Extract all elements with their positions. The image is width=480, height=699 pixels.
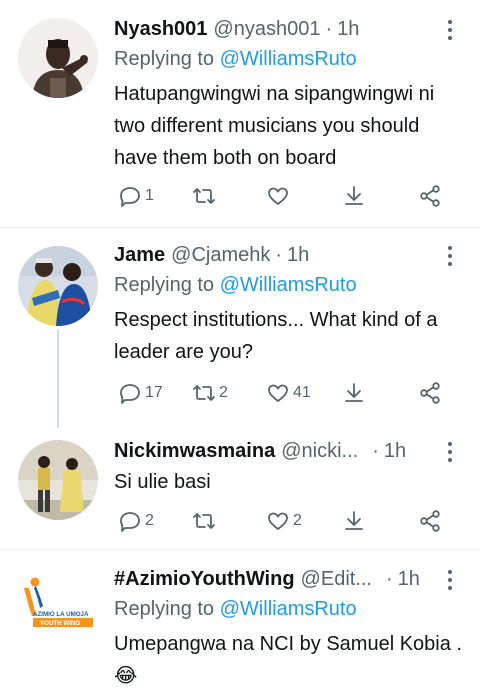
tweet-nickimwasmaina[interactable]: Nickimwasmaina @nicki... · 1h Si ulie ba…	[0, 428, 480, 550]
like-button[interactable]	[266, 181, 293, 211]
separator-dot: ·	[275, 244, 283, 266]
display-name[interactable]: Jame	[114, 240, 165, 270]
avatar[interactable]	[18, 440, 98, 520]
user-handle[interactable]: @nicki...	[281, 436, 358, 466]
avatar[interactable]	[18, 18, 98, 98]
download-button[interactable]	[342, 181, 366, 211]
download-icon	[345, 186, 363, 205]
like-button[interactable]: 2	[266, 506, 302, 536]
reply-count: 2	[145, 512, 154, 529]
reply-count: 1	[145, 187, 154, 204]
mention-link[interactable]: @WilliamsRuto	[220, 48, 357, 70]
user-handle[interactable]: @nyash001	[213, 14, 320, 44]
tweet-text: Umepangwa na NCI by Samuel Kobia . 😂	[114, 633, 462, 687]
more-icon[interactable]	[442, 18, 458, 42]
share-icon	[420, 185, 440, 207]
more-icon[interactable]	[442, 244, 458, 268]
tweet-text: Si ulie basi	[114, 471, 211, 493]
timestamp[interactable]: 1h	[287, 240, 309, 270]
tweet-actions: 2 2	[114, 506, 454, 536]
reply-button[interactable]: 1	[118, 181, 154, 211]
logo-text: AZIMIO LA UMOJA	[33, 611, 89, 618]
tweet-header: Nyash001 @nyash001 · 1h	[114, 14, 464, 44]
more-icon[interactable]	[442, 568, 458, 592]
timestamp[interactable]: 1h	[384, 436, 406, 466]
separator-dot: ·	[325, 18, 333, 40]
display-name[interactable]: #AzimioYouthWing	[114, 564, 295, 594]
replying-to: Replying to @WilliamsRuto	[114, 44, 464, 74]
tweet-actions: 1	[114, 181, 454, 211]
reply-icon	[120, 384, 140, 404]
share-icon	[420, 510, 440, 532]
reply-button[interactable]: 17	[118, 378, 163, 408]
tweet-azimioyouthwing[interactable]: AZIMIO LA UMOJA YOUTH WING #AzimioYouthW…	[0, 550, 480, 699]
like-count: 41	[293, 384, 311, 401]
tweet-header: Jame @Cjamehk · 1h	[114, 240, 464, 270]
mention-link[interactable]: @WilliamsRuto	[220, 274, 357, 296]
reply-button[interactable]: 2	[118, 506, 154, 536]
retweet-button[interactable]: 2	[192, 378, 228, 408]
avatar[interactable]: AZIMIO LA UMOJA YOUTH WING	[18, 568, 98, 648]
separator-dot: ·	[385, 568, 393, 590]
retweet-icon	[193, 513, 215, 529]
reply-icon	[120, 187, 140, 207]
retweet-icon	[193, 188, 215, 204]
download-icon	[345, 383, 363, 402]
share-button[interactable]	[418, 506, 442, 536]
tweet-jame[interactable]: Jame @Cjamehk · 1h Replying to @Williams…	[0, 228, 480, 428]
replying-to-label: Replying to	[114, 48, 215, 70]
display-name[interactable]: Nyash001	[114, 14, 207, 44]
download-button[interactable]	[342, 378, 366, 408]
tweet-text: Hatupangwingwi na sipangwingwi ni two di…	[114, 83, 435, 169]
heart-icon	[268, 384, 288, 402]
tweet-actions: 17 2 41	[114, 378, 454, 408]
retweet-button[interactable]	[192, 506, 219, 536]
share-icon	[420, 382, 440, 404]
heart-icon	[268, 512, 288, 530]
logo-subtext: YOUTH WING	[40, 620, 80, 627]
download-button[interactable]	[342, 506, 366, 536]
timestamp[interactable]: 1h	[398, 564, 420, 594]
heart-icon	[268, 187, 288, 205]
replying-to: Replying to @WilliamsRuto	[114, 270, 464, 300]
replying-to: Replying to @WilliamsRuto	[114, 594, 464, 624]
download-icon	[345, 511, 363, 530]
thread-line	[57, 330, 59, 428]
user-handle[interactable]: @Edit...	[301, 564, 372, 594]
replying-to-label: Replying to	[114, 274, 215, 296]
separator-dot: ·	[372, 440, 379, 462]
timestamp[interactable]: 1h	[337, 14, 359, 44]
share-button[interactable]	[418, 378, 442, 408]
tweet-header: Nickimwasmaina @nicki... · 1h	[114, 436, 464, 466]
tweet-header: #AzimioYouthWing @Edit... · 1h	[114, 564, 464, 594]
reply-icon	[120, 512, 140, 532]
display-name[interactable]: Nickimwasmaina	[114, 436, 275, 466]
like-button[interactable]: 41	[266, 378, 311, 408]
retweet-count: 2	[219, 384, 228, 401]
mention-link[interactable]: @WilliamsRuto	[220, 598, 357, 620]
replying-to-label: Replying to	[114, 598, 215, 620]
more-icon[interactable]	[442, 440, 458, 464]
tweet-text: Respect institutions... What kind of a l…	[114, 309, 438, 363]
user-handle[interactable]: @Cjamehk	[171, 240, 270, 270]
share-button[interactable]	[418, 181, 442, 211]
retweet-icon	[193, 385, 215, 401]
like-count: 2	[293, 512, 302, 529]
avatar[interactable]	[18, 246, 98, 326]
retweet-button[interactable]	[192, 181, 219, 211]
tweet-nyash001[interactable]: Nyash001 @nyash001 · 1h Replying to @Wil…	[0, 0, 480, 228]
reply-count: 17	[145, 384, 163, 401]
